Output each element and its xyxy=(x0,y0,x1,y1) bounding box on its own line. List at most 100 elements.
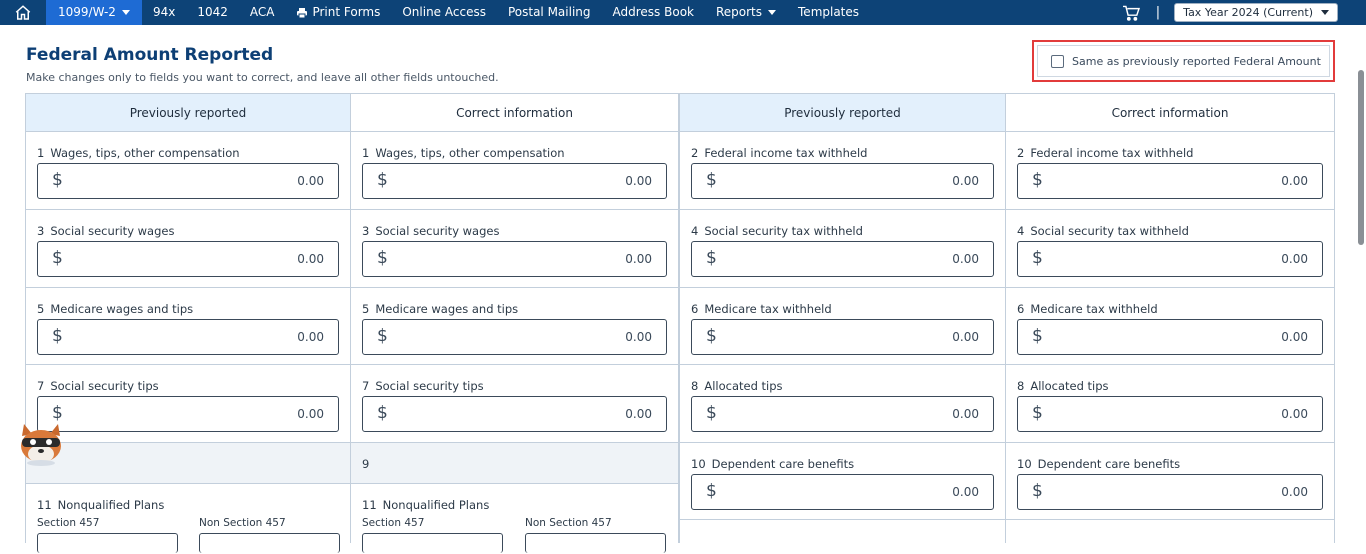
box-label: 4 Social security tax withheld xyxy=(1017,224,1189,238)
box-title: Allocated tips xyxy=(704,379,783,393)
home-button[interactable] xyxy=(0,0,46,25)
box-number: 8 xyxy=(1017,379,1025,393)
box-title: Social security tax withheld xyxy=(704,224,863,238)
scrollbar-thumb[interactable] xyxy=(1358,70,1364,245)
amount-value: 0.00 xyxy=(625,174,652,188)
box-8-correct-cell: 8 Allocated tips $0.00 xyxy=(1006,365,1334,443)
nav-templates[interactable]: Templates xyxy=(787,0,870,25)
nav-online-access-label: Online Access xyxy=(402,5,486,19)
section-457-label: Section 457 xyxy=(37,517,100,529)
box-5-cell: 5 Medicare wages and tips $0.00 xyxy=(26,288,350,365)
nav-print-forms-label: Print Forms xyxy=(312,5,381,19)
nav-aca[interactable]: ACA xyxy=(239,0,286,25)
tax-year-label: Tax Year 2024 (Current) xyxy=(1183,6,1313,19)
box-7-correct-cell: 7 Social security tips $0.00 xyxy=(351,365,678,443)
amount-value: 0.00 xyxy=(625,407,652,421)
box-label: 9 xyxy=(362,457,375,471)
dollar-sign: $ xyxy=(1032,248,1043,268)
box-label: 8 Allocated tips xyxy=(1017,379,1109,393)
dollar-sign: $ xyxy=(706,170,717,190)
box-number: 2 xyxy=(691,146,699,160)
dollar-sign: $ xyxy=(377,170,388,190)
amount-field[interactable]: $0.00 xyxy=(691,319,994,355)
box-1-cell: 1 Wages, tips, other compensation $0.00 xyxy=(26,132,350,210)
box-title: Dependent care benefits xyxy=(1037,457,1181,471)
nav-print-forms[interactable]: Print Forms xyxy=(285,0,391,25)
amount-value: 0.00 xyxy=(625,330,652,344)
section-457-field[interactable] xyxy=(37,533,178,553)
box-5-correct-cell: 5 Medicare wages and tips $0.00 xyxy=(351,288,678,365)
vertical-scrollbar[interactable] xyxy=(1356,25,1366,535)
box-label: 3 Social security wages xyxy=(362,224,499,238)
amount-value: 0.00 xyxy=(1281,174,1308,188)
non-section-457-field[interactable] xyxy=(199,533,340,553)
amount-field[interactable]: $0.00 xyxy=(37,396,339,432)
box-label: 7 Social security tips xyxy=(37,379,159,393)
nav-1042[interactable]: 1042 xyxy=(186,0,239,25)
box-8-cell: 8 Allocated tips $0.00 xyxy=(680,365,1005,443)
box-label: 10 Dependent care benefits xyxy=(1017,457,1180,471)
amount-field[interactable]: $0.00 xyxy=(37,319,339,355)
box-label: 5 Medicare wages and tips xyxy=(37,302,193,316)
amount-field[interactable]: $0.00 xyxy=(691,396,994,432)
box-number: 11 xyxy=(37,498,52,512)
box-number: 6 xyxy=(691,302,699,316)
assistant-mascot[interactable] xyxy=(16,420,66,466)
amount-field[interactable]: $0.00 xyxy=(37,241,339,277)
box-4-correct-cell: 4 Social security tax withheld $0.00 xyxy=(1006,210,1334,288)
amount-field[interactable]: $0.00 xyxy=(691,474,994,510)
amount-field[interactable]: $0.00 xyxy=(1017,163,1323,199)
amount-field[interactable]: $0.00 xyxy=(1017,474,1323,510)
column-header: Correct information xyxy=(351,93,678,132)
amount-field[interactable]: $0.00 xyxy=(362,319,667,355)
nav-address-book[interactable]: Address Book xyxy=(602,0,705,25)
box-number: 5 xyxy=(362,302,370,316)
amount-field[interactable]: $0.00 xyxy=(362,241,667,277)
box-number: 4 xyxy=(1017,224,1025,238)
non-section-457-label: Non Section 457 xyxy=(199,517,286,529)
nav-right: | Tax Year 2024 (Current) xyxy=(1120,0,1366,25)
nav-1099-w2-label: 1099/W-2 xyxy=(58,5,116,19)
amount-value: 0.00 xyxy=(297,174,324,188)
nav-reports[interactable]: Reports xyxy=(705,0,787,25)
nav-postal-mailing-label: Postal Mailing xyxy=(507,5,591,19)
nav-address-book-label: Address Book xyxy=(612,5,694,19)
nav-94x[interactable]: 94x xyxy=(142,0,186,25)
section-457-field[interactable] xyxy=(362,533,503,553)
amount-field[interactable]: $0.00 xyxy=(691,241,994,277)
amount-value: 0.00 xyxy=(1281,330,1308,344)
box-2-correct-cell: 2 Federal income tax withheld $0.00 xyxy=(1006,132,1334,210)
amount-field[interactable]: $0.00 xyxy=(362,163,667,199)
box-number: 10 xyxy=(691,457,706,471)
amount-value: 0.00 xyxy=(952,252,979,266)
cart-button[interactable] xyxy=(1120,0,1142,25)
box-10-correct-cell: 10 Dependent care benefits $0.00 xyxy=(1006,443,1334,520)
column-correct-information-right: Correct information 2 Federal income tax … xyxy=(1005,93,1335,543)
box-title: Dependent care benefits xyxy=(711,457,855,471)
chevron-down-icon xyxy=(768,10,777,15)
tax-year-select[interactable]: Tax Year 2024 (Current) xyxy=(1174,3,1338,22)
amount-field[interactable]: $0.00 xyxy=(1017,241,1323,277)
amount-field[interactable]: $0.00 xyxy=(37,163,339,199)
amount-field[interactable]: $0.00 xyxy=(362,396,667,432)
amount-field[interactable]: $0.00 xyxy=(1017,396,1323,432)
nav-online-access[interactable]: Online Access xyxy=(391,0,497,25)
same-as-previous-option[interactable]: Same as previously reported Federal Amou… xyxy=(1037,45,1330,77)
nav-94x-label: 94x xyxy=(152,5,176,19)
box-3-correct-cell: 3 Social security wages $0.00 xyxy=(351,210,678,288)
box-3-cell: 3 Social security wages $0.00 xyxy=(26,210,350,288)
amount-value: 0.00 xyxy=(952,485,979,499)
amount-field[interactable]: $0.00 xyxy=(691,163,994,199)
raccoon-mascot-icon xyxy=(21,424,61,466)
nav-1099-w2[interactable]: 1099/W-2 xyxy=(46,0,142,25)
nav-postal-mailing[interactable]: Postal Mailing xyxy=(497,0,602,25)
box-title: Medicare tax withheld xyxy=(704,302,832,316)
box-label: 1 Wages, tips, other compensation xyxy=(37,146,240,160)
box-title: Nonqualified Plans xyxy=(382,498,490,512)
box-2-cell: 2 Federal income tax withheld $0.00 xyxy=(680,132,1005,210)
non-section-457-field[interactable] xyxy=(525,533,666,553)
box-label: 10 Dependent care benefits xyxy=(691,457,854,471)
same-as-previous-checkbox[interactable] xyxy=(1051,54,1064,68)
amount-field[interactable]: $0.00 xyxy=(1017,319,1323,355)
dollar-sign: $ xyxy=(52,326,63,346)
